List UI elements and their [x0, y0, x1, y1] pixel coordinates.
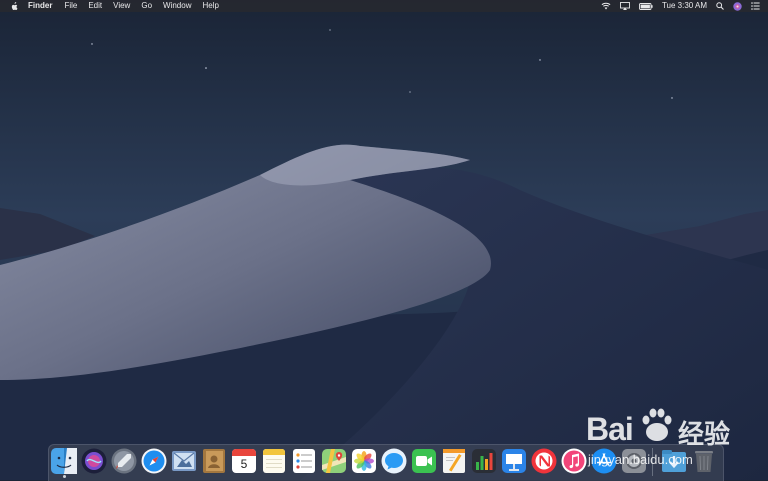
- menu-file[interactable]: File: [64, 0, 77, 12]
- menu-clock[interactable]: Tue 3:30 AM: [662, 0, 707, 12]
- watermark-url: jingyan.baidu.com: [588, 452, 693, 467]
- menu-view[interactable]: View: [113, 0, 130, 12]
- wifi-icon[interactable]: [601, 2, 611, 10]
- menu-go[interactable]: Go: [141, 0, 152, 12]
- menu-edit[interactable]: Edit: [88, 0, 102, 12]
- dock-keynote-icon[interactable]: [501, 448, 527, 474]
- spotlight-icon[interactable]: [716, 2, 724, 10]
- watermark-cn: 经验: [678, 419, 731, 449]
- menu-help[interactable]: Help: [202, 0, 218, 12]
- dock-news-icon[interactable]: [531, 448, 557, 474]
- calendar-date: 5: [240, 457, 248, 471]
- menu-bar: Finder File Edit View Go Window Help Tue…: [0, 0, 768, 12]
- dock-itunes-icon[interactable]: [561, 448, 587, 474]
- dock-calendar-icon[interactable]: 5: [231, 448, 257, 474]
- running-indicator: [63, 475, 66, 478]
- baidu-paw-icon: [642, 408, 672, 441]
- battery-icon[interactable]: [638, 2, 653, 10]
- dock-contacts-icon[interactable]: [201, 448, 227, 474]
- airplay-icon[interactable]: [619, 2, 630, 10]
- menu-window[interactable]: Window: [163, 0, 191, 12]
- dock-safari-icon[interactable]: [141, 448, 167, 474]
- dock-photos-icon[interactable]: [351, 448, 377, 474]
- siri-icon[interactable]: [733, 1, 742, 11]
- menu-app-finder[interactable]: Finder: [28, 0, 52, 12]
- dock-maps-icon[interactable]: [321, 448, 347, 474]
- apple-menu-icon[interactable]: [10, 1, 19, 11]
- dock-launchpad-icon[interactable]: [111, 448, 137, 474]
- baidu-jingyan-watermark: Bai 经验 jingyan.baidu.com: [586, 396, 756, 472]
- notification-center-icon[interactable]: [751, 2, 760, 10]
- watermark-brand: Bai: [586, 411, 634, 447]
- dock-finder-icon[interactable]: [51, 448, 77, 474]
- dock-reminders-icon[interactable]: [291, 448, 317, 474]
- dock-notes-icon[interactable]: [261, 448, 287, 474]
- dock-pages-icon[interactable]: [441, 448, 467, 474]
- dock-mail-icon[interactable]: [171, 448, 197, 474]
- dock-facetime-icon[interactable]: [411, 448, 437, 474]
- dock-siri-icon[interactable]: [81, 448, 107, 474]
- dock-messages-icon[interactable]: [381, 448, 407, 474]
- dock-numbers-icon[interactable]: [471, 448, 497, 474]
